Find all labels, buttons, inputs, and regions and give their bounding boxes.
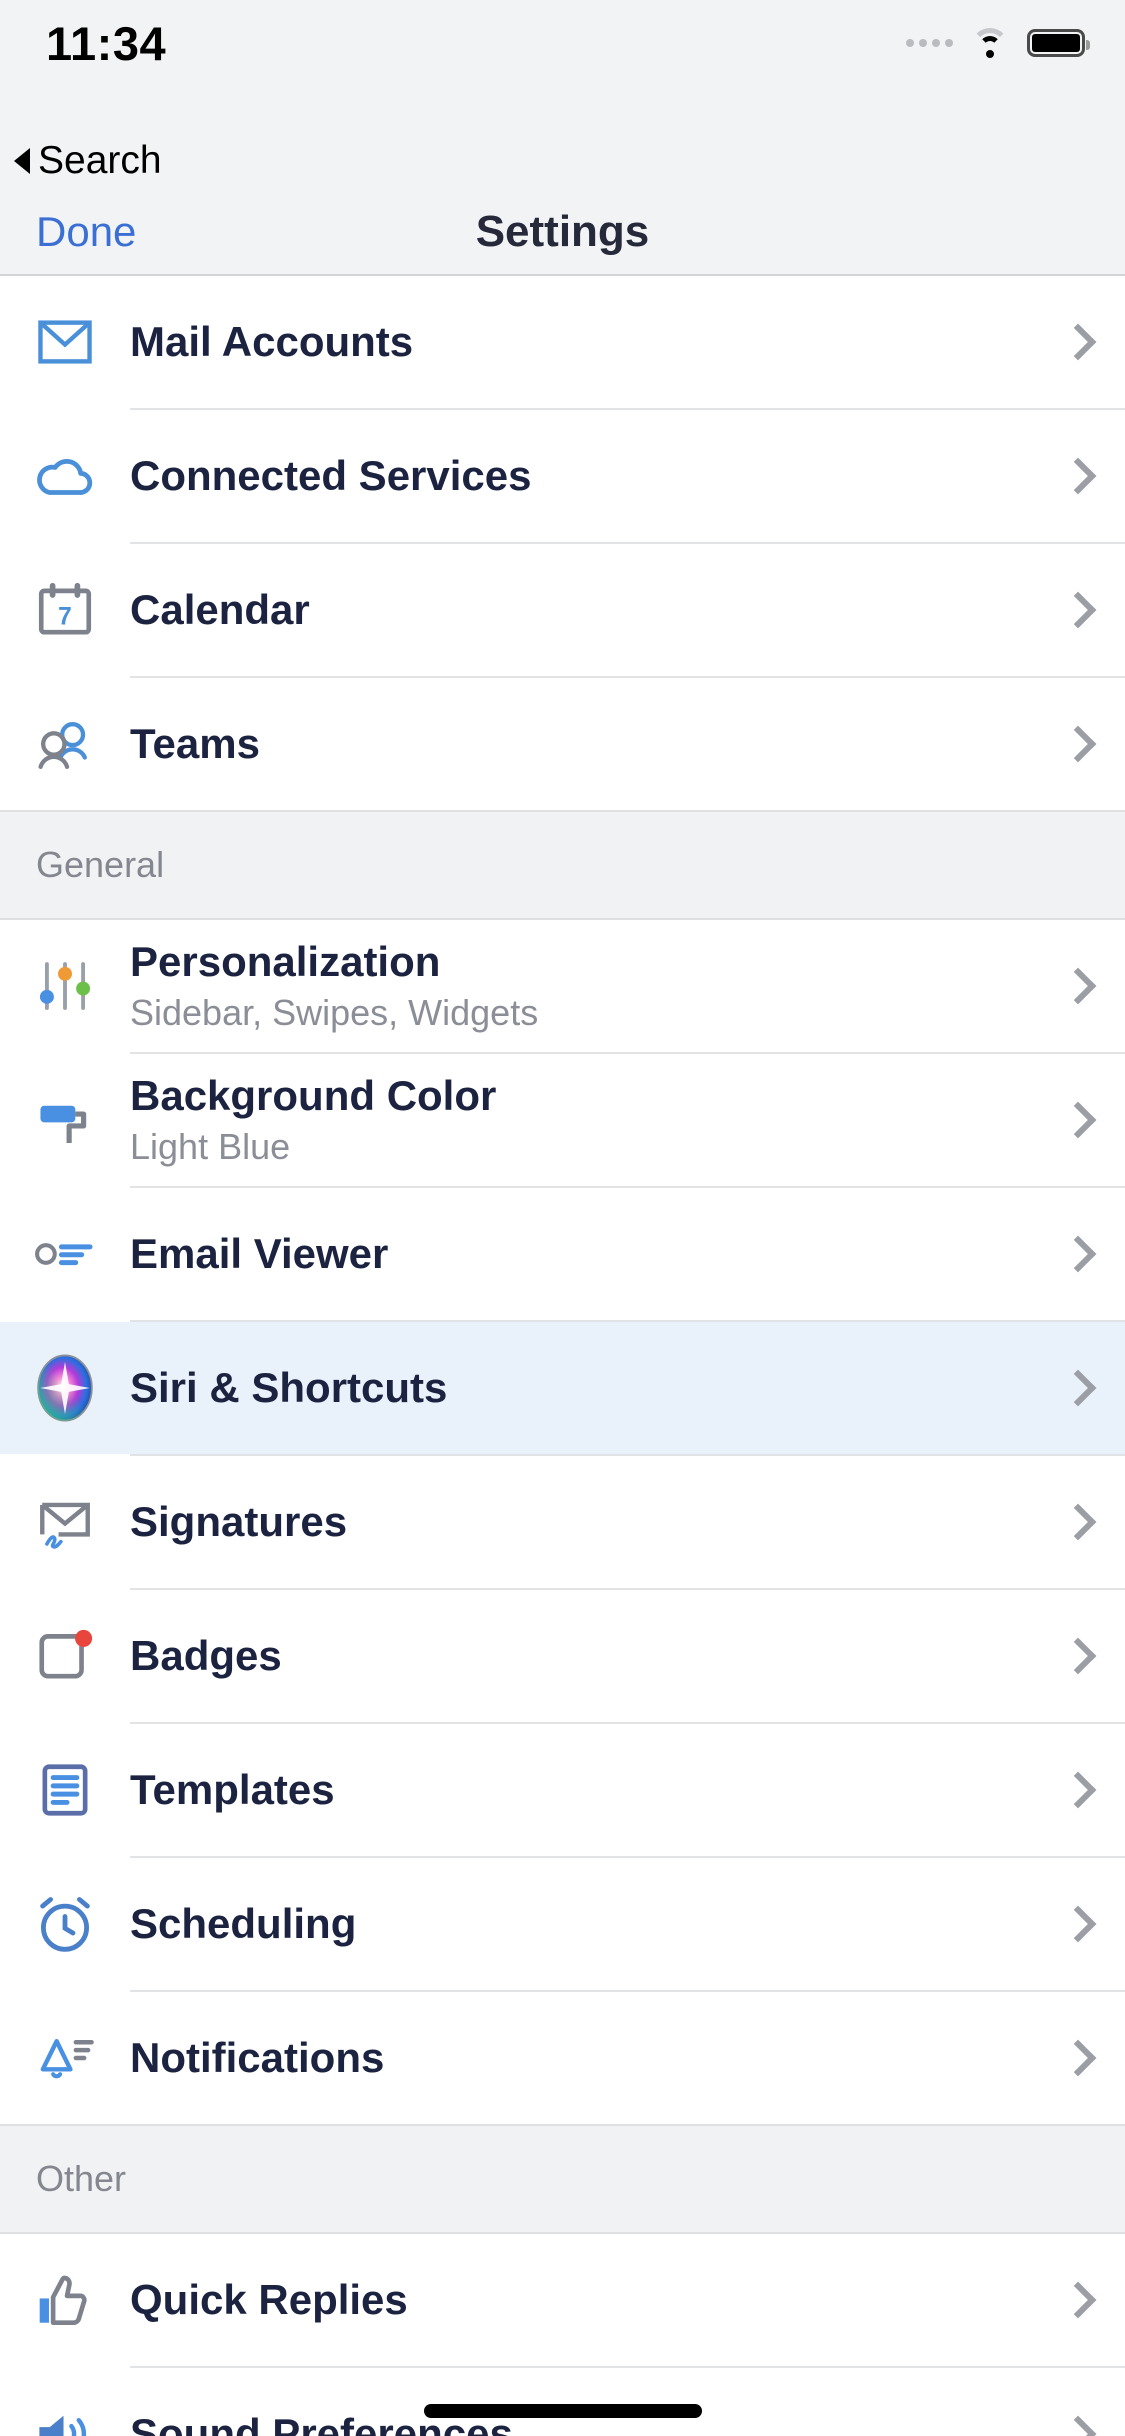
alarm-clock-icon	[0, 1892, 130, 1956]
thumbs-up-icon	[0, 2269, 130, 2331]
settings-row-text: Teams	[130, 719, 1053, 769]
settings-row-subtitle: Light Blue	[130, 1125, 291, 1167]
chevron-right-icon	[1059, 1905, 1097, 1943]
back-triangle-icon	[14, 148, 30, 174]
back-label: Search	[38, 139, 162, 182]
section-header-label: Other	[36, 2158, 127, 2199]
settings-row-label: Teams	[130, 720, 260, 768]
settings-row-background-color[interactable]: Background Color Light Blue	[0, 1054, 1125, 1186]
email-viewer-icon	[0, 1229, 130, 1279]
settings-row-scheduling[interactable]: Scheduling	[0, 1858, 1125, 1990]
settings-row-text: Personalization Sidebar, Swipes, Widgets	[130, 937, 1053, 1034]
settings-row-label: Notifications	[130, 2034, 385, 2082]
cellular-dots-icon	[906, 39, 953, 47]
settings-row-text: Mail Accounts	[130, 317, 1053, 367]
navigation-bar: Done Settings	[0, 190, 1125, 276]
chevron-right-icon	[1059, 967, 1097, 1005]
settings-row-label: Siri & Shortcuts	[130, 1364, 448, 1412]
home-indicator	[423, 2404, 702, 2418]
settings-list[interactable]: Mail Accounts Connected Services 7 Calend…	[0, 276, 1125, 2436]
section-header-general: General	[0, 810, 1125, 920]
settings-screen: 11:34 Search Done Settings Mail Accounts…	[0, 0, 1125, 2436]
speaker-icon	[0, 2405, 130, 2436]
settings-group: Personalization Sidebar, Swipes, Widgets …	[0, 920, 1125, 2124]
chevron-right-icon	[1059, 1235, 1097, 1273]
bell-lines-icon	[0, 2029, 130, 2087]
sliders-icon	[0, 955, 130, 1017]
settings-row-text: Background Color Light Blue	[130, 1071, 1053, 1168]
settings-row-label: Calendar	[130, 586, 310, 634]
settings-row-label: Mail Accounts	[130, 318, 414, 366]
chevron-right-icon	[1059, 1101, 1097, 1139]
settings-row-personalization[interactable]: Personalization Sidebar, Swipes, Widgets	[0, 920, 1125, 1052]
back-to-search-button[interactable]: Search	[0, 132, 1125, 190]
settings-row-calendar[interactable]: 7 Calendar	[0, 544, 1125, 676]
signature-envelope-icon	[0, 1491, 130, 1553]
page-title: Settings	[475, 207, 650, 256]
settings-row-text: Scheduling	[130, 1899, 1053, 1949]
battery-full-icon	[1027, 29, 1090, 57]
wifi-icon	[970, 28, 1010, 58]
settings-row-label: Scheduling	[130, 1900, 357, 1948]
settings-row-label: Personalization	[130, 938, 441, 986]
settings-row-text: Notifications	[130, 2033, 1053, 2083]
settings-row-text: Quick Replies	[130, 2275, 1053, 2325]
chevron-right-icon	[1059, 1503, 1097, 1541]
settings-row-text: Calendar	[130, 585, 1053, 635]
settings-row-text: Connected Services	[130, 451, 1053, 501]
chevron-right-icon	[1059, 2039, 1097, 2077]
status-bar: 11:34	[0, 0, 1125, 132]
chevron-right-icon	[1059, 457, 1097, 495]
settings-row-quick-replies[interactable]: Quick Replies	[0, 2234, 1125, 2366]
settings-row-text: Templates	[130, 1765, 1053, 1815]
chevron-right-icon	[1059, 2281, 1097, 2319]
chevron-right-icon	[1059, 725, 1097, 763]
settings-row-mail-accounts[interactable]: Mail Accounts	[0, 276, 1125, 408]
templates-icon	[0, 1759, 130, 1821]
settings-group: Mail Accounts Connected Services 7 Calend…	[0, 276, 1125, 810]
svg-text:7: 7	[58, 603, 72, 630]
settings-row-badges[interactable]: Badges	[0, 1590, 1125, 1722]
status-bar-time: 11:34	[46, 17, 167, 70]
people-icon	[0, 713, 130, 775]
chevron-right-icon	[1059, 323, 1097, 361]
settings-row-text: Email Viewer	[130, 1229, 1053, 1279]
settings-row-text: Siri & Shortcuts	[130, 1363, 1053, 1413]
settings-row-text: Signatures	[130, 1497, 1053, 1547]
envelope-icon	[0, 311, 130, 373]
settings-row-signatures[interactable]: Signatures	[0, 1456, 1125, 1588]
settings-row-templates[interactable]: Templates	[0, 1724, 1125, 1856]
chevron-right-icon	[1059, 2415, 1097, 2436]
settings-row-label: Connected Services	[130, 452, 532, 500]
paint-roller-icon	[0, 1089, 130, 1151]
settings-row-label: Badges	[130, 1632, 282, 1680]
settings-row-label: Background Color	[130, 1072, 497, 1120]
chevron-right-icon	[1059, 1771, 1097, 1809]
chevron-right-icon	[1059, 1637, 1097, 1675]
settings-row-sound-preferences[interactable]: Sound Preferences	[0, 2368, 1125, 2436]
status-bar-indicators	[906, 28, 1090, 58]
settings-row-label: Quick Replies	[130, 2276, 408, 2324]
section-header-label: General	[36, 844, 165, 885]
calendar-icon: 7	[0, 579, 130, 641]
settings-row-email-viewer[interactable]: Email Viewer	[0, 1188, 1125, 1320]
section-header-other: Other	[0, 2124, 1125, 2234]
siri-orb-icon	[0, 1353, 130, 1423]
settings-row-connected-services[interactable]: Connected Services	[0, 410, 1125, 542]
settings-row-text: Badges	[130, 1631, 1053, 1681]
settings-row-label: Templates	[130, 1766, 335, 1814]
settings-row-label: Email Viewer	[130, 1230, 389, 1278]
settings-row-notifications[interactable]: Notifications	[0, 1992, 1125, 2124]
cloud-icon	[0, 444, 130, 508]
settings-row-siri-shortcuts[interactable]: Siri & Shortcuts	[0, 1322, 1125, 1454]
chevron-right-icon	[1059, 1369, 1097, 1407]
settings-row-subtitle: Sidebar, Swipes, Widgets	[130, 991, 539, 1033]
chevron-right-icon	[1059, 591, 1097, 629]
settings-row-label: Signatures	[130, 1498, 348, 1546]
badge-dot-icon	[0, 1625, 130, 1687]
settings-row-teams[interactable]: Teams	[0, 678, 1125, 810]
